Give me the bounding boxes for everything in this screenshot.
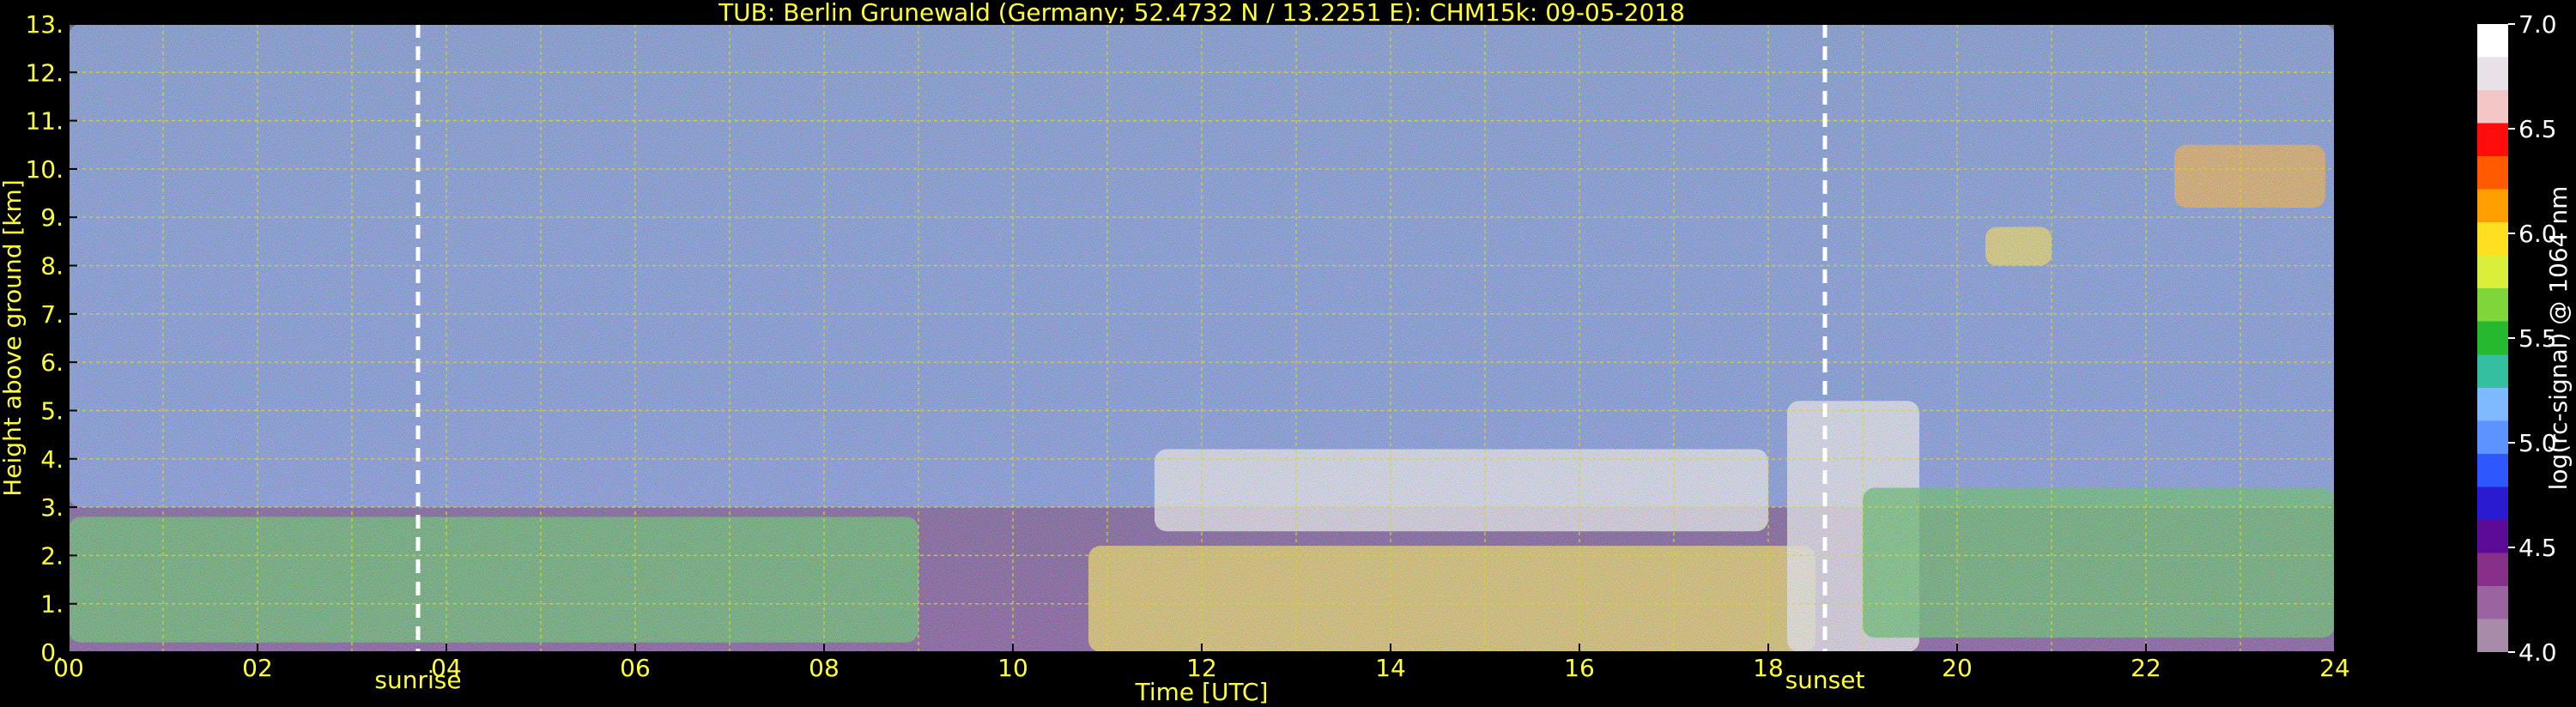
colorbar-label: log(rc-signal) @ 1064 nm	[2544, 186, 2573, 491]
y-tick-label: 3.	[40, 493, 64, 522]
y-tick-label: 5.	[40, 396, 64, 425]
colorbar: 4.04.55.05.56.06.57.0 log(rc-signal) @ 1…	[2477, 10, 2573, 667]
y-tick-label: 6.	[40, 348, 64, 377]
annotation-labels: sunrise sunset	[374, 666, 1864, 694]
x-tick-label: 14	[1375, 654, 1406, 682]
y-tick-label: 0.	[40, 638, 64, 667]
plot-area	[69, 24, 2335, 652]
x-tick-label: 24	[2319, 654, 2350, 682]
y-tick-label: 10.	[25, 155, 64, 184]
y-tick-label: 11.	[25, 107, 64, 136]
lidar-figure: TUB: Berlin Grunewald (Germany; 52.4732 …	[0, 0, 2573, 706]
colorbar-tick-label: 4.5	[2518, 534, 2557, 562]
y-tick-label: 9.	[40, 203, 64, 232]
x-tick-label: 18	[1753, 654, 1784, 682]
sunrise-label: sunrise	[374, 666, 461, 694]
colorbar-tick-label: 7.0	[2518, 10, 2557, 39]
y-tick-label: 2.	[40, 541, 64, 570]
colorbar-scale	[2477, 24, 2508, 652]
x-tick-label: 20	[1942, 654, 1973, 682]
x-tick-label: 06	[620, 654, 651, 682]
chart-title: TUB: Berlin Grunewald (Germany; 52.4732 …	[718, 0, 1685, 27]
x-tick-label: 08	[809, 654, 839, 682]
y-tick-label: 7.	[40, 300, 64, 329]
y-tick-label: 8.	[40, 252, 64, 281]
x-axis-label: Time [UTC]	[1135, 678, 1269, 706]
sunset-label: sunset	[1785, 666, 1865, 694]
y-tick-label: 13.	[25, 10, 64, 39]
x-tick-label: 02	[242, 654, 273, 682]
y-tick-label: 12.	[25, 58, 64, 87]
colorbar-tick-label: 6.5	[2518, 115, 2557, 143]
x-tick-label: 22	[2131, 654, 2161, 682]
y-axis-label: Height above ground [km]	[0, 179, 27, 497]
y-tick-label: 1.	[40, 590, 64, 619]
signal-noise	[69, 24, 2335, 652]
x-tick-label: 10	[997, 654, 1028, 682]
y-tick-label: 4.	[40, 445, 64, 474]
x-tick-label: 16	[1564, 654, 1595, 682]
colorbar-tick-label: 4.0	[2518, 638, 2557, 667]
